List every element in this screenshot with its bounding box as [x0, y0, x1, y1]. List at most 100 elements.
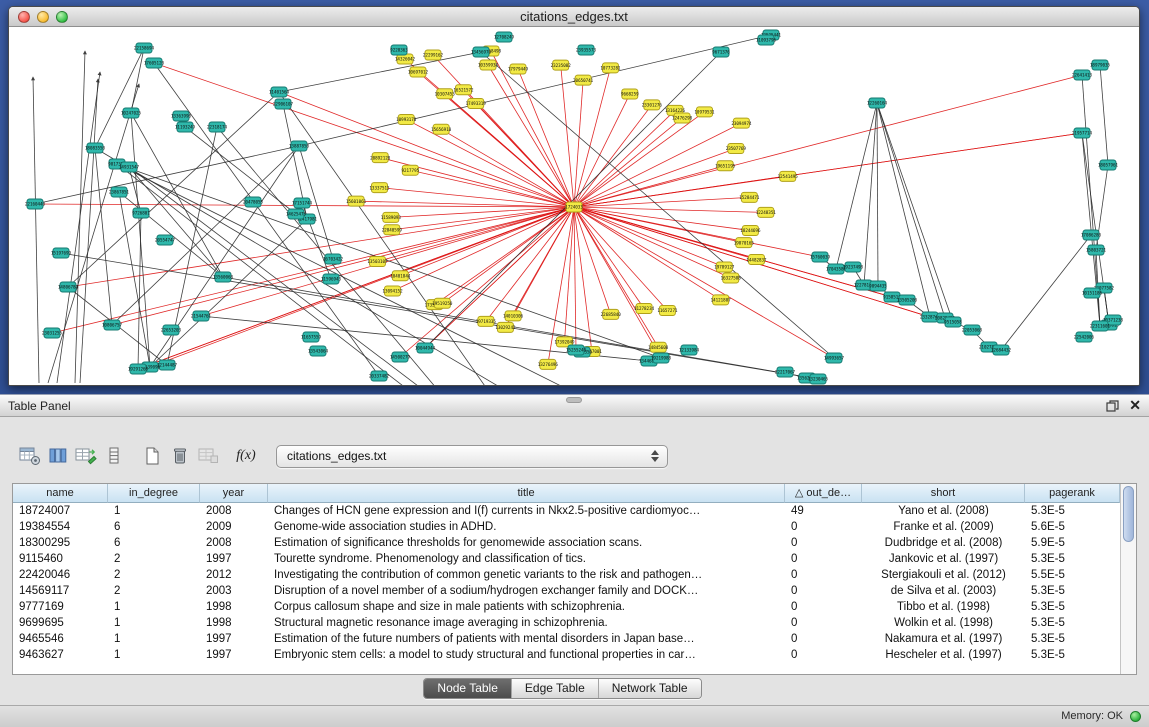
graph-node[interactable]: 19219988 [651, 353, 672, 363]
graph-node[interactable]: 19789127 [714, 262, 735, 272]
graph-node[interactable]: 15255240 [566, 345, 587, 355]
graph-node[interactable]: 22906107 [273, 99, 294, 109]
citation-network-graph[interactable]: 2323508220650741107732819668259233012761… [9, 27, 1139, 385]
graph-node[interactable]: 16703422 [323, 254, 344, 264]
column-header-name[interactable]: name [13, 484, 108, 503]
graph-node[interactable]: 12260164 [867, 98, 888, 108]
graph-node[interactable]: 13505200 [897, 295, 918, 305]
table-row[interactable]: 1456911722003Disruption of a novel membe… [13, 583, 1120, 599]
graph-node[interactable]: 20478055 [243, 197, 264, 207]
graph-node[interactable]: 10806757 [102, 320, 123, 330]
graph-node[interactable]: 22299162 [423, 50, 444, 60]
graph-node[interactable]: 18244696 [740, 226, 761, 236]
table-scrollbar-thumb[interactable] [1123, 486, 1134, 542]
graph-node[interactable]: 11657559 [301, 332, 322, 342]
column-header-title[interactable]: title [268, 484, 785, 503]
graph-node[interactable]: 9894435 [869, 281, 887, 291]
minimize-window-button[interactable] [37, 11, 49, 23]
graph-node[interactable]: 13029242 [495, 322, 516, 332]
graph-node[interactable]: 22160440 [25, 199, 46, 209]
graph-node[interactable]: 15601061 [346, 196, 367, 206]
graph-node[interactable]: 12476298 [672, 113, 693, 123]
graph-node[interactable]: 10401844 [390, 271, 411, 281]
column-header-in_degree[interactable]: in_degree [108, 484, 200, 503]
close-window-button[interactable] [18, 11, 30, 23]
rows-icon[interactable] [100, 443, 128, 469]
graph-node[interactable]: 12708249 [494, 32, 515, 42]
graph-node[interactable]: 19870165 [734, 238, 755, 248]
graph-node[interactable]: 13276496 [538, 359, 559, 369]
column-header-short[interactable]: short [862, 484, 1025, 503]
graph-node[interactable]: 11657271 [657, 306, 678, 316]
graph-node[interactable]: 14010306 [503, 311, 524, 321]
graph-node[interactable]: 9228363 [390, 45, 408, 55]
edit-table-icon[interactable] [72, 443, 100, 469]
graph-node[interactable]: 10993170 [396, 114, 417, 124]
network-window-titlebar[interactable]: citations_edges.txt [9, 7, 1139, 27]
graph-node[interactable]: 9671376 [712, 47, 730, 57]
graph-node[interactable]: 9515058 [944, 317, 962, 327]
graph-node[interactable]: 9726801 [132, 208, 150, 218]
graph-node[interactable]: 14993657 [824, 353, 845, 363]
graph-node[interactable]: 21957714 [1072, 128, 1093, 138]
graph-node[interactable]: 22217067 [775, 367, 796, 377]
column-header-pagerank[interactable]: pagerank [1025, 484, 1120, 503]
graph-node[interactable]: 14845608 [648, 342, 669, 352]
graph-node[interactable]: 16327588 [721, 273, 742, 283]
graph-node[interactable]: 23507769 [726, 143, 747, 153]
graph-node[interactable]: 12684432 [991, 345, 1012, 355]
zoom-window-button[interactable] [56, 11, 68, 23]
column-header-out_degree[interactable]: △ out_de… [785, 484, 862, 503]
table-row[interactable]: 2242004622012Investigating the contribut… [13, 567, 1120, 583]
graph-node[interactable]: 23301276 [642, 100, 663, 110]
graph-node[interactable]: 14625475 [286, 209, 307, 219]
graph-node[interactable]: 23935573 [576, 45, 597, 55]
table-row[interactable]: 977716911998Corpus callosum shape and si… [13, 599, 1120, 615]
graph-node[interactable]: 17605120 [144, 58, 165, 68]
graph-node[interactable]: 10307453 [435, 89, 456, 99]
table-source-dropdown[interactable]: citations_edges.txt [276, 445, 668, 468]
graph-node[interactable]: 19651195 [715, 161, 736, 171]
graph-node[interactable]: 19519250 [432, 298, 453, 308]
graph-node[interactable]: 18979035 [1090, 60, 1111, 70]
column-header-year[interactable]: year [200, 484, 268, 503]
table-row[interactable]: 1872400712008Changes of HCN gene express… [13, 503, 1120, 519]
graph-node[interactable]: 12133984 [679, 345, 700, 355]
split-pane-handle[interactable] [566, 397, 582, 403]
graph-node[interactable]: 20337482 [369, 371, 390, 381]
graph-node[interactable]: 10697012 [408, 67, 429, 77]
graph-node[interactable]: 9668259 [621, 89, 639, 99]
graph-node[interactable]: 22053068 [962, 325, 983, 335]
graph-node[interactable]: 17086280 [1081, 230, 1102, 240]
graph-node[interactable]: 15803721 [1086, 245, 1107, 255]
graph-node[interactable]: 10247025 [121, 108, 142, 118]
graph-node[interactable]: 23031255 [42, 328, 63, 338]
columns-icon[interactable] [44, 443, 72, 469]
graph-node[interactable]: 17493319 [466, 98, 487, 108]
graph-node[interactable]: 18057961 [1098, 160, 1119, 170]
graph-node[interactable]: 14121887 [711, 295, 732, 305]
graph-node[interactable]: 13337513 [369, 183, 390, 193]
graph-node[interactable]: 17151744 [292, 198, 313, 208]
graph-node[interactable]: 10979531 [694, 107, 715, 117]
graph-node[interactable]: 12541495 [778, 171, 799, 181]
graph-node[interactable]: 22840599 [382, 225, 403, 235]
memory-status-icon[interactable] [1130, 711, 1141, 722]
graph-node[interactable]: 13503107 [367, 256, 388, 266]
graph-node[interactable]: 15656910 [431, 124, 452, 134]
graph-node[interactable]: 19237498 [843, 262, 864, 272]
table-settings-icon[interactable] [16, 443, 44, 469]
graph-node[interactable]: 20892128 [370, 153, 391, 163]
graph-node[interactable]: 10044944 [415, 343, 436, 353]
graph-node[interactable]: 11193249 [175, 122, 196, 132]
table-row[interactable]: 911546021997Tourette syndrome. Phenomeno… [13, 551, 1120, 567]
graph-node[interactable]: 11589093 [381, 212, 402, 222]
graph-node[interactable]: 17979449 [508, 64, 529, 74]
graph-node[interactable]: 15760039 [810, 252, 831, 262]
graph-node[interactable]: 13887850 [289, 141, 310, 151]
table-row[interactable]: 969969511998Structural magnetic resonanc… [13, 615, 1120, 631]
graph-node[interactable]: 1724033 [565, 202, 583, 212]
tab-node-table[interactable]: Node Table [424, 679, 511, 698]
graph-node[interactable]: 13456976 [471, 47, 492, 57]
graph-node[interactable]: 21544761 [191, 311, 212, 321]
